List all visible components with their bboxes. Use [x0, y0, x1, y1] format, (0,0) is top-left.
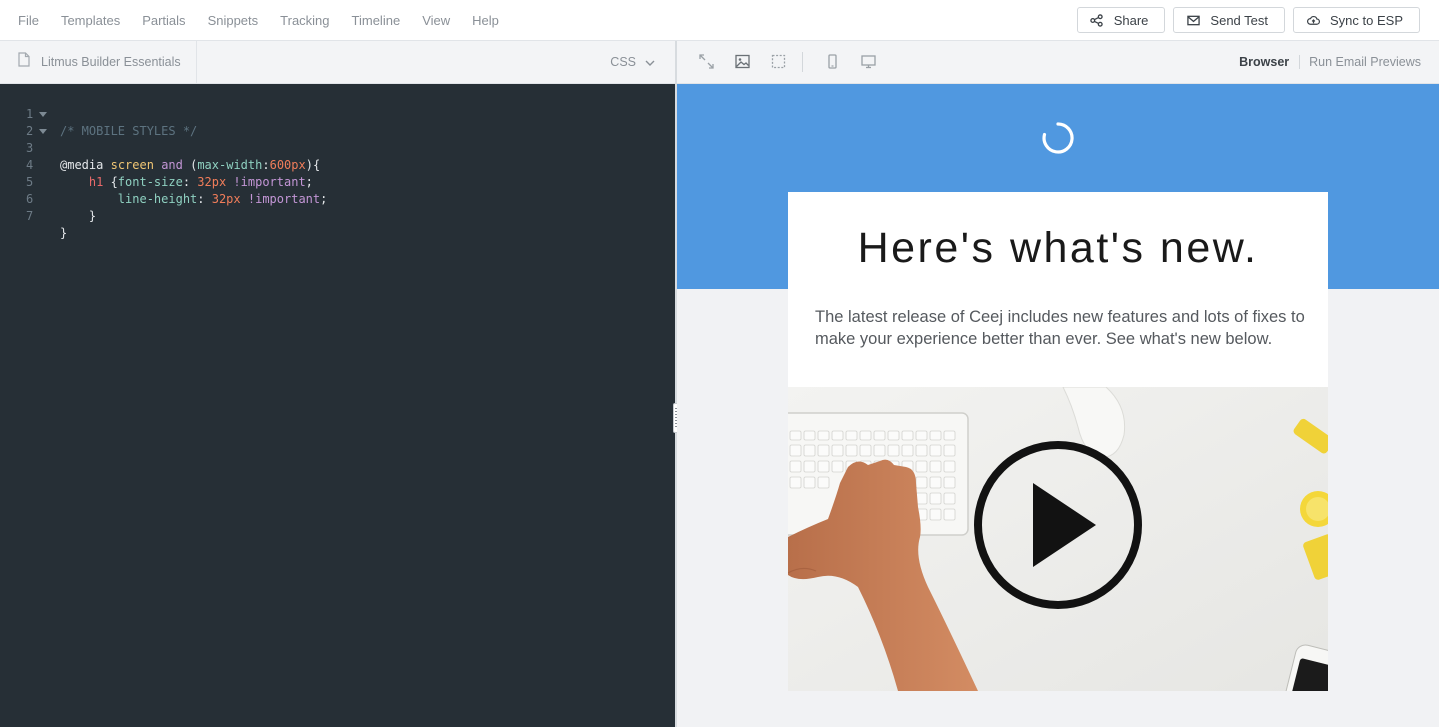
fold-toggle-icon[interactable]: [39, 112, 47, 117]
menu-timeline[interactable]: Timeline: [341, 13, 412, 28]
code-line: 1 /* MOBILE STYLES */: [0, 89, 675, 138]
top-actions: Share Send Test Sync to ESP: [1076, 7, 1420, 33]
share-button[interactable]: Share: [1076, 7, 1166, 33]
video-thumbnail[interactable]: [788, 387, 1328, 691]
file-tab[interactable]: Litmus Builder Essentials: [0, 41, 197, 83]
code-line: 5 line-height: 32px !important;: [0, 157, 675, 206]
chevron-down-icon: [645, 55, 655, 69]
browser-tab[interactable]: Browser: [1239, 55, 1301, 69]
toolbar-divider: [802, 52, 803, 72]
code-line: 3 h1 {: [0, 123, 675, 189]
code-line: 2 @media screen and (max-width:600px){: [0, 106, 675, 172]
code-text: }: [60, 226, 68, 240]
menu-snippets[interactable]: Snippets: [197, 13, 270, 28]
email-heading: Here's what's new.: [857, 224, 1259, 272]
sync-label: Sync to ESP: [1330, 12, 1403, 28]
preview-header: Browser Run Email Previews: [677, 41, 1439, 84]
run-email-previews-link[interactable]: Run Email Previews: [1300, 55, 1421, 69]
code-line: 4 font-size: 32px !important;: [0, 140, 675, 189]
document-icon: [18, 52, 30, 72]
code-text: }: [60, 209, 97, 223]
sync-esp-button[interactable]: Sync to ESP: [1293, 7, 1420, 33]
language-label: CSS: [610, 55, 636, 69]
keyboard-photo: [788, 387, 1328, 691]
preview-links: Browser Run Email Previews: [1239, 41, 1421, 83]
code-line: 7 }: [0, 191, 675, 240]
share-icon: [1090, 13, 1104, 27]
loading-spinner-icon: [1042, 122, 1074, 154]
menu-file[interactable]: File: [7, 13, 50, 28]
fold-toggle-icon[interactable]: [39, 129, 47, 134]
menu-tracking[interactable]: Tracking: [269, 13, 340, 28]
editor-header: Litmus Builder Essentials CSS: [0, 41, 675, 84]
menu-partials[interactable]: Partials: [131, 13, 196, 28]
top-menu-bar: File Templates Partials Snippets Trackin…: [0, 0, 1439, 41]
file-name: Litmus Builder Essentials: [41, 55, 181, 69]
send-test-button[interactable]: Send Test: [1173, 7, 1286, 33]
menu-view[interactable]: View: [411, 13, 461, 28]
email-preview: Here's what's new. The latest release of…: [677, 84, 1439, 727]
line-number: 7: [26, 209, 34, 223]
share-label: Share: [1113, 12, 1149, 28]
main-menu: File Templates Partials Snippets Trackin…: [7, 0, 510, 40]
selection-icon[interactable]: [769, 52, 787, 70]
cloud-upload-icon: [1306, 13, 1320, 27]
send-test-label: Send Test: [1210, 12, 1269, 28]
menu-help[interactable]: Help: [461, 13, 510, 28]
code-editor[interactable]: 1 /* MOBILE STYLES */ 2 @media screen an…: [0, 84, 675, 727]
menu-templates[interactable]: Templates: [50, 13, 131, 28]
mobile-icon[interactable]: [823, 52, 841, 70]
expand-icon[interactable]: [697, 52, 715, 70]
language-select[interactable]: CSS: [610, 41, 655, 83]
email-intro-text: The latest release of Ceej includes new …: [815, 308, 1305, 348]
image-icon[interactable]: [733, 52, 751, 70]
desktop-icon[interactable]: [859, 52, 877, 70]
code-line: 6 }: [0, 174, 675, 223]
email-card: Here's what's new. The latest release of…: [788, 192, 1328, 727]
card-gap: [788, 691, 1328, 727]
envelope-icon: [1186, 13, 1200, 27]
